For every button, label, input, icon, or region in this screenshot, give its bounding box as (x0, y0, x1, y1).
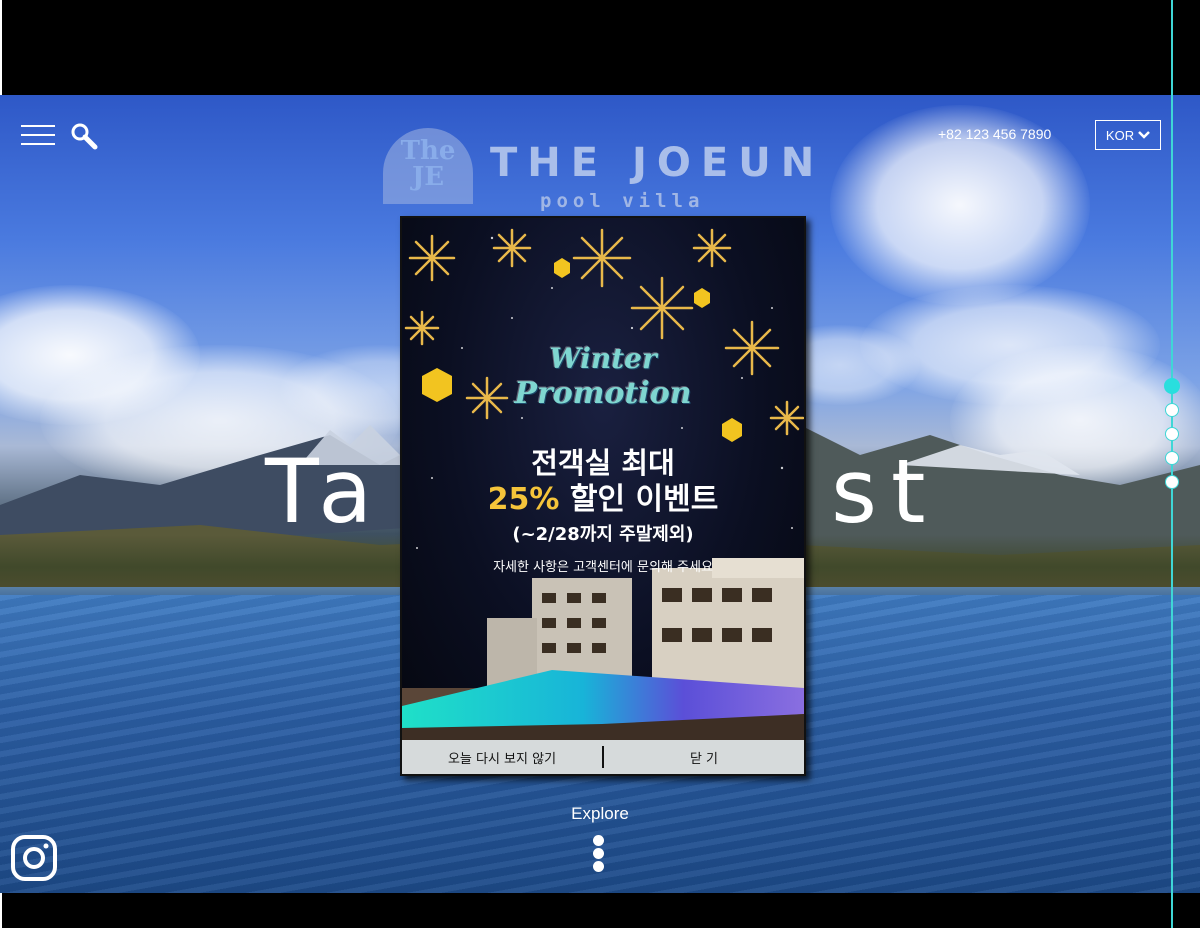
promo-title-winter: Winter (549, 342, 657, 375)
promo-discount-percent: 25% (487, 482, 560, 517)
phone-number[interactable]: +82 123 456 7890 (938, 126, 1051, 142)
search-icon[interactable] (70, 122, 98, 150)
headline-left: Ta (265, 440, 387, 543)
close-popup-button[interactable]: 닫 기 (604, 748, 804, 767)
page-indicator-dot[interactable] (1164, 378, 1180, 394)
page-indicator-dot[interactable] (1165, 427, 1179, 441)
explore-label[interactable]: Explore (560, 804, 640, 824)
promo-line2: 25% 할인 이벤트 (402, 474, 804, 518)
promo-title-promotion: Promotion (514, 376, 692, 411)
promo-line2-rest: 할인 이벤트 (559, 482, 719, 517)
chevron-down-icon (1138, 131, 1150, 139)
logo-name: THE JOEUN (490, 140, 825, 186)
headline-right: st (831, 440, 940, 543)
bottom-black-bar (0, 893, 1200, 928)
promotion-popup: Winter Promotion 전객실 최대 25% 할인 이벤트 (~2/2… (400, 216, 806, 776)
site-logo[interactable]: The JE THE JOEUN pool villa (380, 118, 830, 218)
page-indicator-dot[interactable] (1165, 403, 1179, 417)
language-label: KOR (1105, 127, 1135, 143)
logo-badge-text: The JE (400, 136, 456, 192)
page-indicator-dot[interactable] (1165, 451, 1179, 465)
top-black-bar (0, 0, 1200, 95)
promotion-image: Winter Promotion 전객실 최대 25% 할인 이벤트 (~2/2… (402, 218, 804, 740)
page-indicator-dot[interactable] (1165, 475, 1179, 489)
language-select[interactable]: KOR (1095, 120, 1161, 150)
logo-subtitle: pool villa (540, 190, 705, 212)
hamburger-menu-icon[interactable] (21, 125, 55, 145)
promo-line3: (~2/28까지 주말제외) (512, 524, 694, 545)
explore-more-icon[interactable] (593, 835, 605, 872)
popup-footer: 오늘 다시 보지 않기 닫 기 (402, 740, 804, 774)
instagram-icon[interactable] (11, 835, 57, 881)
dont-show-today-button[interactable]: 오늘 다시 보지 않기 (402, 748, 602, 767)
promo-line4: 자세한 사항은 고객센터에 문의해 주세요 (493, 560, 713, 575)
